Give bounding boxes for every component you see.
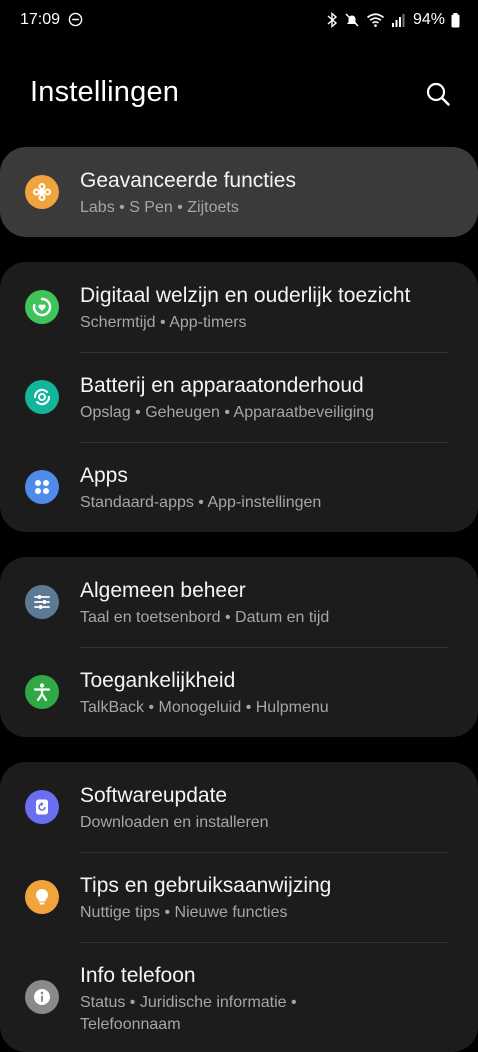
battery-icon (451, 12, 460, 27)
bluetooth-icon (327, 12, 338, 28)
apps-icon (25, 470, 59, 504)
setting-title: Softwareupdate (80, 784, 228, 807)
setting-apps[interactable]: Apps Standaard-apps • App-instellingen (0, 442, 478, 532)
setting-subtitle: Standaard-apps • App-instellingen (80, 494, 322, 511)
setting-subtitle: Opslag • Geheugen • Apparaatbeveiliging (80, 404, 375, 421)
setting-subtitle: Labs • S Pen • Zijtoets (80, 199, 239, 216)
setting-digital-wellbeing[interactable]: Digitaal welzijn en ouderlijk toezicht S… (0, 262, 478, 352)
settings-card-device: Digitaal welzijn en ouderlijk toezicht S… (0, 262, 478, 532)
setting-software-update[interactable]: Softwareupdate Downloaden en installeren (0, 762, 478, 852)
setting-subtitle-continued: Telefoonnaam (80, 1016, 181, 1033)
setting-subtitle: Nuttige tips • Nieuwe functies (80, 904, 288, 921)
setting-title: Batterij en apparaatonderhoud (80, 374, 364, 397)
do-not-disturb-icon (68, 12, 83, 27)
software-update-icon (25, 790, 59, 824)
setting-subtitle: Status • Juridische informatie • (80, 994, 297, 1011)
setting-about-phone[interactable]: Info telefoon Status • Juridische inform… (0, 942, 478, 1052)
page-title: Instellingen (30, 76, 180, 108)
setting-subtitle: Downloaden en installeren (80, 814, 269, 831)
setting-subtitle: TalkBack • Monogeluid • Hulpmenu (80, 699, 329, 716)
settings-card-support: Softwareupdate Downloaden en installeren… (0, 762, 478, 1052)
setting-general-management[interactable]: Algemeen beheer Taal en toetsenbord • Da… (0, 557, 478, 647)
search-button[interactable] (420, 76, 456, 112)
search-icon (426, 82, 450, 106)
setting-battery-device-care[interactable]: Batterij en apparaatonderhoud Opslag • G… (0, 352, 478, 442)
setting-title: Toegankelijkheid (80, 669, 236, 692)
setting-title: Apps (80, 464, 128, 487)
setting-title: Tips en gebruiksaanwijzing (80, 874, 332, 897)
setting-tips-manual[interactable]: Tips en gebruiksaanwijzing Nuttige tips … (0, 852, 478, 942)
wifi-icon (366, 13, 384, 27)
signal-icon (391, 14, 405, 27)
setting-title: Digitaal welzijn en ouderlijk toezicht (80, 284, 411, 307)
status-time: 17:09 (20, 11, 61, 28)
about-phone-icon (25, 980, 59, 1014)
settings-card-general: Algemeen beheer Taal en toetsenbord • Da… (0, 557, 478, 737)
settings-card-advanced: Geavanceerde functies Labs • S Pen • Zij… (0, 147, 478, 237)
battery-percent: 94% (412, 11, 445, 28)
status-icons: 94% (326, 9, 460, 31)
accessibility-icon (25, 675, 59, 709)
status-bar: 17:09 94% (0, 0, 478, 42)
digital-wellbeing-icon (25, 290, 59, 324)
advanced-features-icon (25, 175, 59, 209)
general-management-icon (25, 585, 59, 619)
setting-advanced-features[interactable]: Geavanceerde functies Labs • S Pen • Zij… (0, 147, 478, 237)
setting-title: Algemeen beheer (80, 579, 246, 602)
setting-subtitle: Taal en toetsenbord • Datum en tijd (80, 609, 330, 626)
mute-icon (345, 13, 359, 27)
setting-title: Geavanceerde functies (80, 169, 296, 192)
setting-accessibility[interactable]: Toegankelijkheid TalkBack • Monogeluid •… (0, 647, 478, 737)
tips-icon (25, 880, 59, 914)
setting-subtitle: Schermtijd • App-timers (80, 314, 247, 331)
setting-title: Info telefoon (80, 964, 196, 987)
device-care-icon (25, 380, 59, 414)
